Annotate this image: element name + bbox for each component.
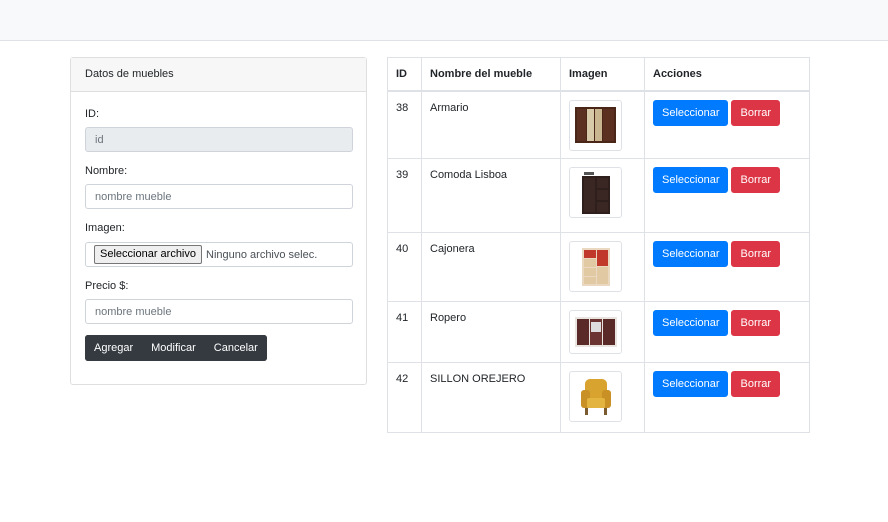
name-input[interactable] [85,184,353,209]
delete-button[interactable]: Borrar [731,310,781,336]
name-label: Nombre: [85,165,128,177]
id-label: ID: [85,108,100,120]
furniture-table: ID Nombre del mueble Imagen Acciones 38 … [387,57,810,433]
table-row: 40 Cajonera Seleccionar Borrar [387,232,810,302]
row-name: Armario [421,90,561,159]
row-name: Comoda Lisboa [421,158,561,233]
row-id: 39 [387,158,422,233]
add-button[interactable]: Agregar [85,335,143,361]
table-row: 39 Comoda Lisboa Seleccionar Borrar [387,158,810,233]
table-header-row: ID Nombre del mueble Imagen Acciones [387,57,810,92]
delete-button[interactable]: Borrar [731,99,781,126]
armchair-image [569,371,622,422]
price-input[interactable] [85,299,353,324]
row-id: 41 [387,301,422,363]
price-label: Precio $: [85,280,129,292]
row-id: 42 [387,362,422,433]
row-name: SILLON OREJERO [421,362,561,433]
delete-button[interactable]: Borrar [731,167,781,193]
wardrobe-image [569,99,622,151]
closet-image [569,310,622,354]
dresser-image [569,167,622,218]
header-name: Nombre del mueble [421,57,561,92]
id-input[interactable] [85,127,353,152]
row-name: Ropero [421,301,561,363]
furniture-form-card: Datos de muebles ID: Nombre: Imagen: Sel… [70,57,367,385]
modify-button[interactable]: Modificar [142,335,205,361]
form-button-group: Agregar Modificar Cancelar [85,335,267,361]
image-file-input[interactable]: Seleccionar archivo Ninguno archivo sele… [85,242,353,267]
cancel-button[interactable]: Cancelar [204,335,267,361]
header-id: ID [387,57,422,92]
choose-file-button[interactable]: Seleccionar archivo [94,245,202,264]
table-row: 38 Armario Seleccionar Borrar [387,90,810,159]
select-button[interactable]: Seleccionar [653,167,729,193]
select-button[interactable]: Seleccionar [653,99,729,126]
table-row: 42 SILLON OREJERO Seleccionar Borrar [387,362,810,433]
file-status-text: Ninguno archivo selec. [206,248,318,261]
select-button[interactable]: Seleccionar [653,241,729,267]
delete-button[interactable]: Borrar [731,371,781,397]
row-id: 40 [387,232,422,302]
row-id: 38 [387,90,422,159]
card-title: Datos de muebles [71,58,366,92]
drawer-unit-image [569,241,622,292]
row-name: Cajonera [421,232,561,302]
image-label: Imagen: [85,222,125,234]
header-image: Imagen [560,57,645,92]
table-row: 41 Ropero Seleccionar Borrar [387,301,810,363]
delete-button[interactable]: Borrar [731,241,781,267]
select-button[interactable]: Seleccionar [653,371,729,397]
header-actions: Acciones [644,57,810,92]
select-button[interactable]: Seleccionar [653,310,729,336]
top-navbar [0,0,888,41]
